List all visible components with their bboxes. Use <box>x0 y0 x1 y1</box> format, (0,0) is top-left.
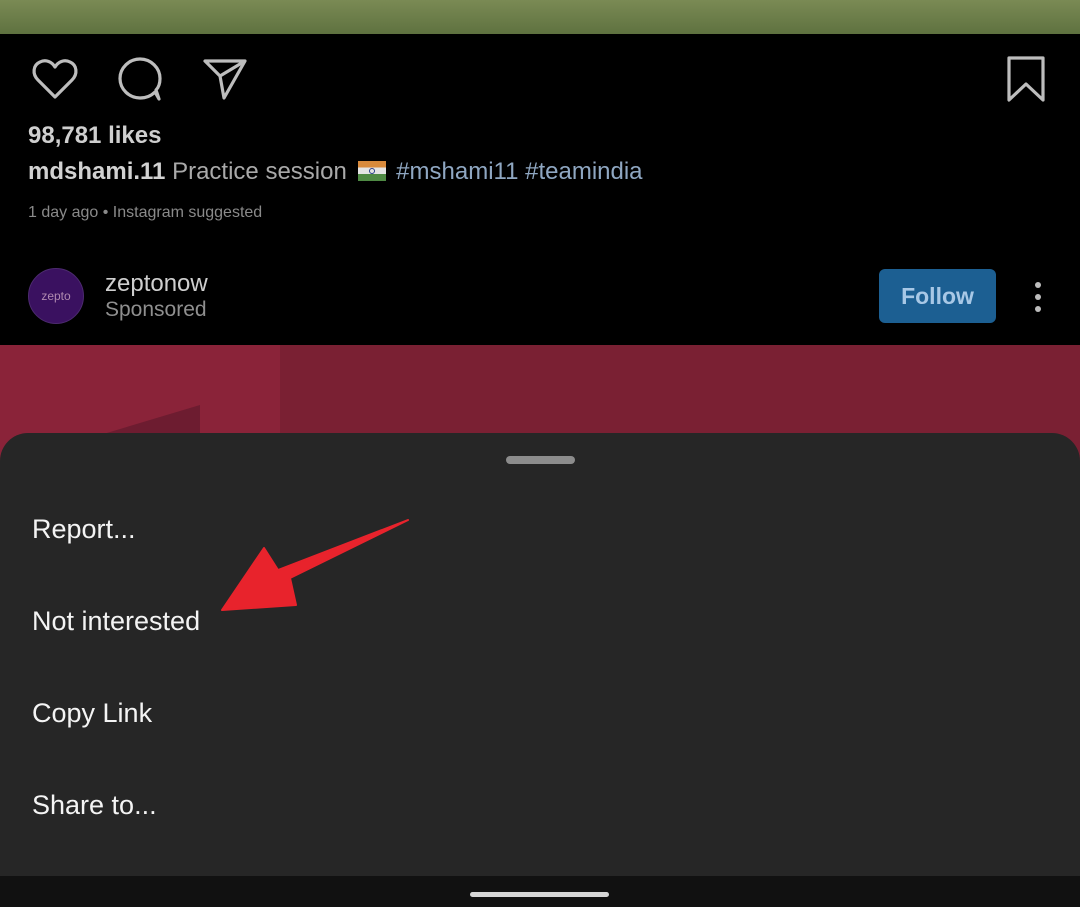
avatar[interactable]: zepto <box>28 268 84 324</box>
follow-button[interactable]: Follow <box>879 269 996 323</box>
comment-icon[interactable] <box>115 54 165 104</box>
options-bottom-sheet: Report... Not interested Copy Link Share… <box>0 433 1080 876</box>
bookmark-icon[interactable] <box>1001 54 1051 104</box>
caption-hashtags[interactable]: #mshami11 #teamindia <box>396 158 642 185</box>
system-navigation-bar <box>0 876 1080 907</box>
post-meta: 1 day ago • Instagram suggested <box>28 204 263 221</box>
caption-username[interactable]: mdshami.11 <box>28 158 165 185</box>
caption-text: Practice session <box>172 158 347 185</box>
post-image[interactable] <box>0 0 1080 34</box>
menu-item-share-to[interactable]: Share to... <box>0 759 1080 851</box>
sponsored-label: Sponsored <box>105 298 207 321</box>
likes-count[interactable]: 98,781 likes <box>28 122 161 150</box>
menu-item-copy-link[interactable]: Copy Link <box>0 667 1080 759</box>
sponsor-username[interactable]: zeptonow <box>105 270 208 298</box>
home-gesture-handle[interactable] <box>470 892 609 897</box>
avatar-logo-text: zepto <box>41 289 71 303</box>
post-action-bar <box>0 34 1080 122</box>
menu-item-not-interested[interactable]: Not interested <box>0 575 1080 667</box>
send-icon[interactable] <box>200 54 250 104</box>
sponsored-post-header: zepto zeptonow Sponsored Follow <box>0 252 1080 342</box>
more-vertical-icon[interactable] <box>1024 278 1052 316</box>
india-flag-icon <box>357 161 386 181</box>
post-caption: mdshami.11 Practice session #mshami11 #t… <box>28 158 643 186</box>
menu-item-report[interactable]: Report... <box>0 483 1080 575</box>
heart-icon[interactable] <box>30 54 80 104</box>
sheet-drag-handle[interactable] <box>506 456 575 464</box>
